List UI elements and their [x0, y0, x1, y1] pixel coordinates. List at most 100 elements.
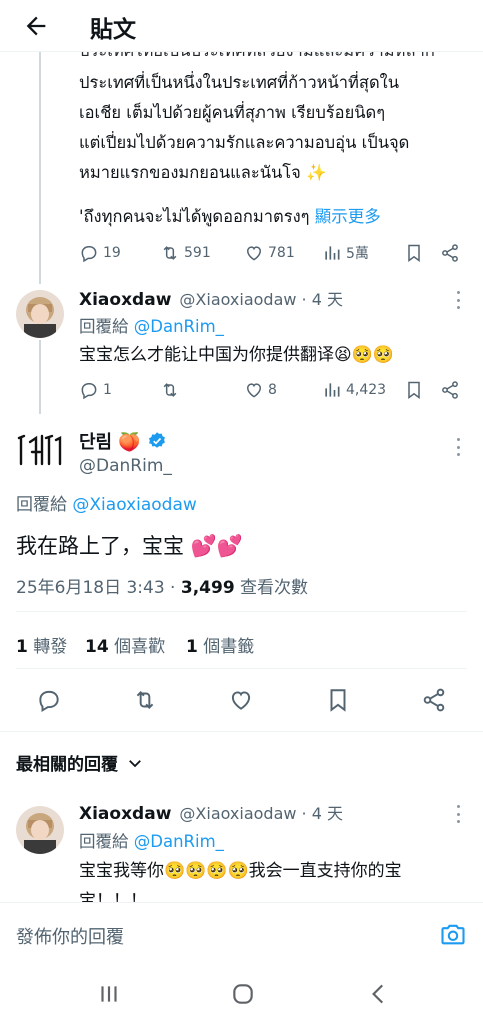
avatar[interactable] — [16, 806, 64, 854]
more-icon[interactable] — [456, 291, 460, 309]
display-name[interactable]: 단림 🍑 — [79, 428, 141, 454]
reply-count: 19 — [103, 245, 121, 261]
show-more-link[interactable]: 顯示更多 — [315, 207, 381, 226]
share-icon[interactable] — [440, 380, 460, 400]
top-bar: 貼文 — [0, 0, 483, 52]
views-icon — [325, 383, 340, 397]
handle-and-time: @Xiaoxiaodaw · 4 天 — [179, 290, 343, 309]
tweet-text: 宝宝怎么才能让中国为你提供翻译😫🥺🥺 — [79, 345, 395, 365]
page-title: 貼文 — [90, 17, 136, 43]
tweet-text: 我在路上了，宝宝 💕💕 — [16, 534, 243, 558]
divider — [16, 668, 467, 669]
like-count: 8 — [268, 382, 277, 398]
more-icon[interactable] — [456, 438, 460, 456]
replying-to-label: 回覆給 — [16, 495, 67, 515]
repost-stat[interactable]: 1 轉發 — [16, 632, 67, 657]
verified-icon — [148, 432, 165, 448]
reply-action[interactable]: 19 — [79, 241, 121, 265]
bookmark-stat[interactable]: 1 個書籤 — [186, 632, 254, 657]
replying-to-handle[interactable]: @DanRim_ — [134, 317, 224, 336]
views-label: 查看次數 — [234, 578, 309, 598]
thread-line — [39, 340, 41, 414]
replying-to-label: 回覆給 — [79, 317, 129, 336]
thread-line — [39, 52, 41, 284]
recent-apps-icon[interactable] — [96, 981, 122, 1007]
like-icon — [246, 246, 262, 261]
repost-count: 591 — [184, 245, 211, 261]
like-action[interactable]: 781 — [244, 241, 295, 265]
reply-icon — [81, 383, 97, 400]
sort-replies-selector[interactable]: 最相關的回覆 — [16, 750, 144, 775]
views-count: 5萬 — [346, 246, 369, 262]
back-nav-icon[interactable] — [366, 981, 392, 1007]
reply-icon — [81, 246, 97, 263]
reply-icon[interactable] — [36, 687, 62, 713]
display-name[interactable]: Xiaoxdaw — [79, 290, 171, 310]
display-name[interactable]: Xiaoxdaw — [79, 804, 171, 824]
replying-to: 回覆給 @Xiaoxiaodaw — [16, 490, 197, 515]
timestamp[interactable]: 25年6月18日 3:43 · — [16, 578, 181, 598]
like-count: 781 — [268, 245, 295, 261]
repost-action[interactable]: 591 — [160, 241, 211, 265]
repost-stat-count: 1 — [16, 637, 28, 657]
tweet-text-line: ประเทศที่เป็นหนึ่งในประเทศที่ก้าวหน้าที่… — [79, 73, 400, 92]
bookmark-stat-count: 1 — [186, 637, 198, 657]
author-row: Xiaoxdaw @Xiaoxiaodaw · 4 天 — [79, 800, 343, 824]
like-action[interactable]: 8 — [244, 378, 277, 402]
views-icon — [325, 246, 340, 260]
bookmark-stat-label: 個書籤 — [197, 637, 255, 657]
like-icon[interactable] — [228, 687, 254, 713]
reply-count: 1 — [103, 382, 112, 398]
tweet-text-line: 宝宝我等你🥺🥺🥺🥺我会一直支持你的宝 — [79, 861, 402, 881]
display-name-row: 단림 🍑 — [79, 428, 167, 454]
tweet-text-last-line: 'ถึงทุกคนจะไม่ได้พูดออกมาตรงๆ 顯示更多 — [79, 202, 381, 232]
bookmark-icon[interactable] — [404, 380, 424, 400]
reply-composer[interactable]: 發佈你的回覆 — [0, 902, 483, 964]
replying-to-handle[interactable]: @Xiaoxiaodaw — [72, 495, 196, 515]
divider — [0, 731, 483, 732]
more-icon[interactable] — [456, 805, 460, 823]
chevron-down-icon — [129, 759, 141, 767]
tweet-text-line: แต่เปี่ยมไปด้วยความรักและความอบอุ่น เป็น… — [79, 133, 410, 152]
repost-icon[interactable] — [132, 687, 158, 713]
replying-to-handle[interactable]: @DanRim_ — [134, 832, 224, 851]
repost-icon — [163, 383, 177, 397]
sort-label: 最相關的回覆 — [16, 755, 118, 775]
tweet-text-line: 'ถึงทุกคนจะไม่ได้พูดออกมาตรงๆ — [79, 207, 310, 226]
divider — [16, 611, 467, 612]
tweet-text-line: หมายแรกของมกยอนและนันโจ ✨ — [79, 163, 327, 182]
replying-to: 回覆給 @DanRim_ — [79, 313, 224, 337]
handle[interactable]: @DanRim_ — [79, 456, 172, 476]
replying-to-label: 回覆給 — [79, 832, 129, 851]
camera-icon[interactable] — [439, 920, 467, 948]
like-icon — [246, 383, 262, 398]
home-icon[interactable] — [230, 981, 256, 1007]
tweet-text-line: 宝！！！ — [79, 891, 147, 902]
tweet-text-clipped: ประเทศไทยเป็นประเทศที่สวยงามและมีความหลา… — [79, 52, 469, 66]
tweet-text-clip: 宝！！！ — [79, 886, 469, 902]
avatar[interactable] — [16, 290, 64, 338]
like-stat[interactable]: 14 個喜歡 — [85, 632, 165, 657]
handle-and-time: @Xiaoxiaodaw · 4 天 — [179, 804, 343, 823]
bookmark-icon[interactable] — [404, 243, 424, 263]
like-stat-label: 個喜歡 — [108, 637, 166, 657]
avatar[interactable] — [16, 424, 64, 472]
author-row: Xiaoxdaw @Xiaoxiaodaw · 4 天 — [79, 286, 343, 310]
reply-input[interactable]: 發佈你的回覆 — [16, 923, 124, 949]
back-arrow-icon[interactable] — [22, 12, 50, 40]
views-action[interactable]: 4,423 — [322, 378, 386, 402]
views-action[interactable]: 5萬 — [322, 241, 369, 265]
timestamp-row: 25年6月18日 3:43 · 3,499 查看次數 — [16, 573, 308, 598]
share-icon[interactable] — [440, 243, 460, 263]
tweet-text-line: เอเชีย เต็มไปด้วยผู้คนที่สุภาพ เรียบร้อย… — [79, 103, 386, 122]
repost-action[interactable] — [160, 378, 180, 402]
reply-action[interactable]: 1 — [79, 378, 112, 402]
like-stat-count: 14 — [85, 637, 109, 657]
repost-icon — [163, 246, 177, 260]
share-icon[interactable] — [421, 687, 447, 713]
repost-stat-label: 轉發 — [27, 637, 68, 657]
system-nav-bar — [0, 964, 483, 1024]
bookmark-icon[interactable] — [325, 687, 351, 713]
views-count: 3,499 — [180, 578, 235, 598]
views-count: 4,423 — [346, 382, 387, 398]
